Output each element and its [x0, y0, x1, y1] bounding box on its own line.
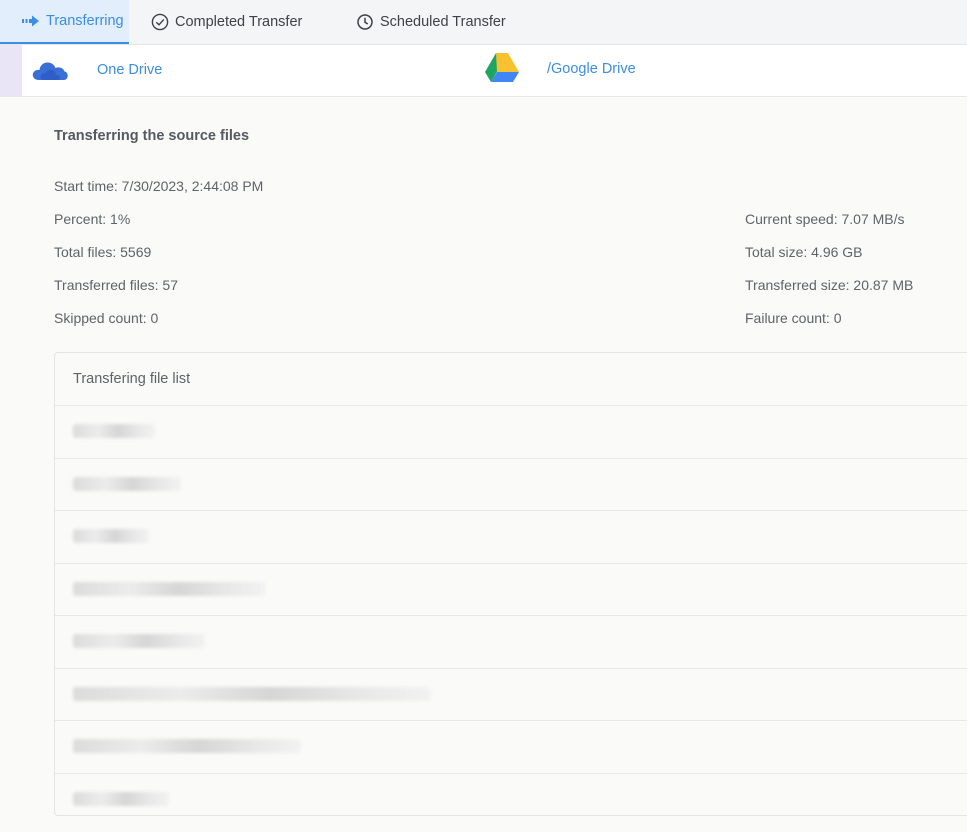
- onedrive-cloud-icon: [32, 58, 68, 87]
- file-row: [55, 616, 967, 669]
- transferred-size: Transferred size: 20.87 MB: [745, 277, 914, 293]
- redacted-filename: [73, 581, 265, 596]
- file-row: [55, 459, 967, 511]
- transfering-file-list: Transfering file list: [54, 352, 967, 816]
- redacted-filename: [73, 686, 431, 701]
- current-speed: Current speed: 7.07 MB/s: [745, 211, 905, 227]
- file-row: [55, 511, 967, 564]
- redacted-filename: [73, 739, 301, 753]
- destination-label[interactable]: /Google Drive: [547, 61, 636, 77]
- transferred-files: Transferred files: 57: [54, 277, 178, 293]
- route-selection-marker: [0, 45, 22, 96]
- total-files: Total files: 5569: [54, 244, 152, 260]
- file-row: [55, 721, 967, 774]
- redacted-filename: [73, 634, 205, 648]
- check-circle-icon: [151, 13, 169, 31]
- redacted-filename: [73, 529, 149, 543]
- start-time: Start time: 7/30/2023, 2:44:08 PM: [54, 178, 264, 194]
- tab-completed-transfer[interactable]: Completed Transfer: [129, 0, 355, 44]
- clock-icon: [356, 13, 374, 31]
- tab-completed-label: Completed Transfer: [175, 14, 303, 30]
- total-size: Total size: 4.96 GB: [745, 244, 863, 260]
- file-row: [55, 774, 967, 826]
- google-drive-icon: [484, 52, 520, 89]
- skipped-count: Skipped count: 0: [54, 310, 159, 326]
- tab-scheduled-label: Scheduled Transfer: [380, 14, 506, 30]
- arrow-right-icon: [22, 15, 40, 27]
- source-label[interactable]: One Drive: [97, 62, 162, 78]
- tab-scheduled-transfer[interactable]: Scheduled Transfer: [355, 0, 506, 44]
- tab-transferring[interactable]: Transferring: [0, 0, 129, 44]
- transfer-tabs: Transferring Completed Transfer Schedule…: [0, 0, 967, 45]
- file-row: [55, 564, 967, 616]
- failure-count: Failure count: 0: [745, 310, 842, 326]
- file-row: [55, 406, 967, 459]
- section-title: Transferring the source files: [54, 128, 250, 144]
- file-list-header: Transfering file list: [55, 353, 967, 406]
- redacted-filename: [73, 791, 169, 806]
- tab-transferring-label: Transferring: [46, 13, 124, 29]
- file-row: [55, 669, 967, 721]
- redacted-filename: [73, 424, 155, 438]
- percent: Percent: 1%: [54, 211, 131, 227]
- redacted-filename: [73, 476, 181, 491]
- transfer-route: One Drive /Google Drive: [0, 45, 967, 97]
